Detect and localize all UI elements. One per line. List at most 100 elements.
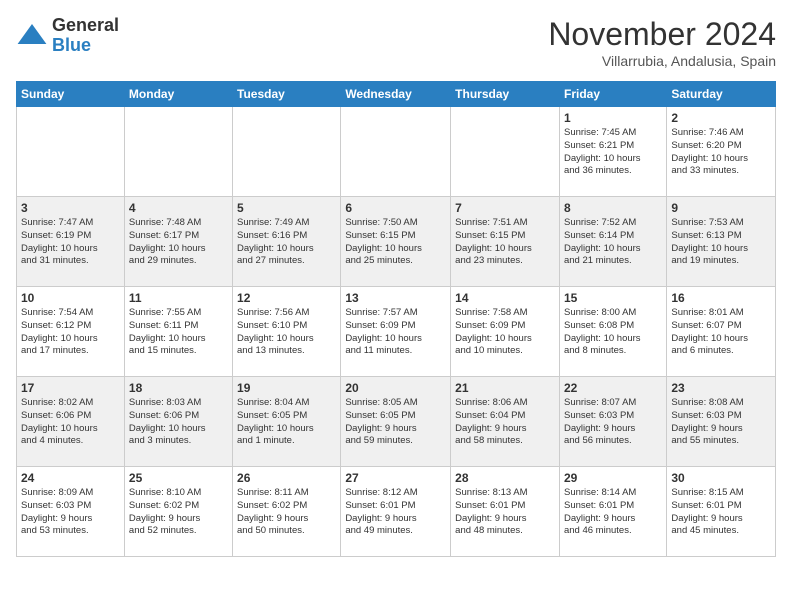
day-number: 27	[345, 471, 446, 485]
day-info: Sunrise: 7:53 AM Sunset: 6:13 PM Dayligh…	[671, 217, 771, 268]
calendar-cell: 30Sunrise: 8:15 AM Sunset: 6:01 PM Dayli…	[667, 467, 776, 557]
day-number: 11	[129, 291, 228, 305]
calendar-cell: 23 Sunrise: 8:08 AM Sunset: 6:03 PM Dayli…	[667, 377, 776, 467]
calendar-cell: 26 Sunrise: 8:11 AM Sunset: 6:02 PM Dayli…	[233, 467, 341, 557]
column-header-saturday: Saturday	[667, 82, 776, 107]
logo-general: General	[52, 16, 119, 36]
day-info: Sunrise: 8:06 AM Sunset: 6:04 PM Dayligh…	[455, 397, 555, 448]
day-number: 16	[671, 291, 771, 305]
day-number: 5	[237, 201, 336, 215]
day-info: Sunrise: 7:54 AM Sunset: 6:12 PM Dayligh…	[21, 307, 120, 358]
day-info: Sunrise: 8:09 AM Sunset: 6:03 PM Dayligh…	[21, 487, 120, 538]
calendar-header-row: SundayMondayTuesdayWednesdayThursdayFrid…	[17, 82, 776, 107]
day-info: Sunrise: 8:02 AM Sunset: 6:06 PM Dayligh…	[21, 397, 120, 448]
day-number: 9	[671, 201, 771, 215]
calendar-week-row: 17 Sunrise: 8:02 AM Sunset: 6:06 PM Dayli…	[17, 377, 776, 467]
day-info: Sunrise: 7:47 AM Sunset: 6:19 PM Dayligh…	[21, 217, 120, 268]
calendar-cell: 15Sunrise: 8:00 AM Sunset: 6:08 PM Dayli…	[559, 287, 666, 377]
day-number: 23	[671, 381, 771, 395]
calendar-cell: 16 Sunrise: 8:01 AM Sunset: 6:07 PM Dayli…	[667, 287, 776, 377]
day-info: Sunrise: 7:57 AM Sunset: 6:09 PM Dayligh…	[345, 307, 446, 358]
day-info: Sunrise: 7:50 AM Sunset: 6:15 PM Dayligh…	[345, 217, 446, 268]
calendar-cell: 1Sunrise: 7:45 AM Sunset: 6:21 PM Daylig…	[559, 107, 666, 197]
day-number: 20	[345, 381, 446, 395]
title-section: November 2024 Villarrubia, Andalusia, Sp…	[548, 16, 776, 69]
column-header-tuesday: Tuesday	[233, 82, 341, 107]
day-number: 28	[455, 471, 555, 485]
logo: General Blue	[16, 16, 119, 56]
calendar-week-row: 10Sunrise: 7:54 AM Sunset: 6:12 PM Dayli…	[17, 287, 776, 377]
calendar-body: 1Sunrise: 7:45 AM Sunset: 6:21 PM Daylig…	[17, 107, 776, 557]
day-info: Sunrise: 8:03 AM Sunset: 6:06 PM Dayligh…	[129, 397, 228, 448]
calendar-week-row: 24 Sunrise: 8:09 AM Sunset: 6:03 PM Dayli…	[17, 467, 776, 557]
day-number: 7	[455, 201, 555, 215]
day-info: Sunrise: 8:07 AM Sunset: 6:03 PM Dayligh…	[564, 397, 662, 448]
day-info: Sunrise: 8:13 AM Sunset: 6:01 PM Dayligh…	[455, 487, 555, 538]
day-info: Sunrise: 8:12 AM Sunset: 6:01 PM Dayligh…	[345, 487, 446, 538]
calendar-cell	[17, 107, 125, 197]
day-info: Sunrise: 7:48 AM Sunset: 6:17 PM Dayligh…	[129, 217, 228, 268]
calendar-cell: 17 Sunrise: 8:02 AM Sunset: 6:06 PM Dayli…	[17, 377, 125, 467]
day-number: 15	[564, 291, 662, 305]
calendar-cell: 8 Sunrise: 7:52 AM Sunset: 6:14 PM Daylig…	[559, 197, 666, 287]
column-header-wednesday: Wednesday	[341, 82, 451, 107]
day-info: Sunrise: 7:55 AM Sunset: 6:11 PM Dayligh…	[129, 307, 228, 358]
calendar-cell: 25Sunrise: 8:10 AM Sunset: 6:02 PM Dayli…	[124, 467, 232, 557]
day-info: Sunrise: 7:46 AM Sunset: 6:20 PM Dayligh…	[671, 127, 771, 178]
calendar-cell: 28 Sunrise: 8:13 AM Sunset: 6:01 PM Dayli…	[451, 467, 560, 557]
day-info: Sunrise: 8:11 AM Sunset: 6:02 PM Dayligh…	[237, 487, 336, 538]
day-number: 14	[455, 291, 555, 305]
day-number: 8	[564, 201, 662, 215]
calendar-cell	[124, 107, 232, 197]
calendar-cell: 2 Sunrise: 7:46 AM Sunset: 6:20 PM Daylig…	[667, 107, 776, 197]
column-header-thursday: Thursday	[451, 82, 560, 107]
day-number: 4	[129, 201, 228, 215]
day-number: 18	[129, 381, 228, 395]
calendar-cell: 14 Sunrise: 7:58 AM Sunset: 6:09 PM Dayli…	[451, 287, 560, 377]
day-number: 17	[21, 381, 120, 395]
calendar-cell	[451, 107, 560, 197]
logo-icon	[16, 20, 48, 52]
calendar-cell: 19Sunrise: 8:04 AM Sunset: 6:05 PM Dayli…	[233, 377, 341, 467]
calendar-cell: 27 Sunrise: 8:12 AM Sunset: 6:01 PM Dayli…	[341, 467, 451, 557]
day-number: 12	[237, 291, 336, 305]
calendar-cell: 3Sunrise: 7:47 AM Sunset: 6:19 PM Daylig…	[17, 197, 125, 287]
day-info: Sunrise: 8:14 AM Sunset: 6:01 PM Dayligh…	[564, 487, 662, 538]
day-number: 1	[564, 111, 662, 125]
day-number: 13	[345, 291, 446, 305]
calendar-cell: 21Sunrise: 8:06 AM Sunset: 6:04 PM Dayli…	[451, 377, 560, 467]
calendar-cell	[233, 107, 341, 197]
day-number: 24	[21, 471, 120, 485]
day-info: Sunrise: 7:58 AM Sunset: 6:09 PM Dayligh…	[455, 307, 555, 358]
calendar-cell: 11 Sunrise: 7:55 AM Sunset: 6:11 PM Dayli…	[124, 287, 232, 377]
month-title: November 2024	[548, 16, 776, 53]
column-header-sunday: Sunday	[17, 82, 125, 107]
day-number: 2	[671, 111, 771, 125]
location-subtitle: Villarrubia, Andalusia, Spain	[548, 53, 776, 69]
calendar-cell: 29Sunrise: 8:14 AM Sunset: 6:01 PM Dayli…	[559, 467, 666, 557]
calendar-cell: 5Sunrise: 7:49 AM Sunset: 6:16 PM Daylig…	[233, 197, 341, 287]
day-info: Sunrise: 8:01 AM Sunset: 6:07 PM Dayligh…	[671, 307, 771, 358]
column-header-friday: Friday	[559, 82, 666, 107]
day-number: 26	[237, 471, 336, 485]
calendar-cell: 24 Sunrise: 8:09 AM Sunset: 6:03 PM Dayli…	[17, 467, 125, 557]
calendar-cell: 22Sunrise: 8:07 AM Sunset: 6:03 PM Dayli…	[559, 377, 666, 467]
calendar-cell: 6Sunrise: 7:50 AM Sunset: 6:15 PM Daylig…	[341, 197, 451, 287]
calendar-cell: 20Sunrise: 8:05 AM Sunset: 6:05 PM Dayli…	[341, 377, 451, 467]
calendar-cell: 7 Sunrise: 7:51 AM Sunset: 6:15 PM Daylig…	[451, 197, 560, 287]
day-info: Sunrise: 8:08 AM Sunset: 6:03 PM Dayligh…	[671, 397, 771, 448]
day-info: Sunrise: 8:04 AM Sunset: 6:05 PM Dayligh…	[237, 397, 336, 448]
logo-text: General Blue	[52, 16, 119, 56]
calendar-week-row: 3Sunrise: 7:47 AM Sunset: 6:19 PM Daylig…	[17, 197, 776, 287]
day-info: Sunrise: 7:52 AM Sunset: 6:14 PM Dayligh…	[564, 217, 662, 268]
calendar-week-row: 1Sunrise: 7:45 AM Sunset: 6:21 PM Daylig…	[17, 107, 776, 197]
calendar-cell: 4 Sunrise: 7:48 AM Sunset: 6:17 PM Daylig…	[124, 197, 232, 287]
day-number: 30	[671, 471, 771, 485]
calendar-cell	[341, 107, 451, 197]
column-header-monday: Monday	[124, 82, 232, 107]
calendar-table: SundayMondayTuesdayWednesdayThursdayFrid…	[16, 81, 776, 557]
day-info: Sunrise: 7:51 AM Sunset: 6:15 PM Dayligh…	[455, 217, 555, 268]
day-info: Sunrise: 7:56 AM Sunset: 6:10 PM Dayligh…	[237, 307, 336, 358]
calendar-cell: 13 Sunrise: 7:57 AM Sunset: 6:09 PM Dayli…	[341, 287, 451, 377]
calendar-cell: 9 Sunrise: 7:53 AM Sunset: 6:13 PM Daylig…	[667, 197, 776, 287]
